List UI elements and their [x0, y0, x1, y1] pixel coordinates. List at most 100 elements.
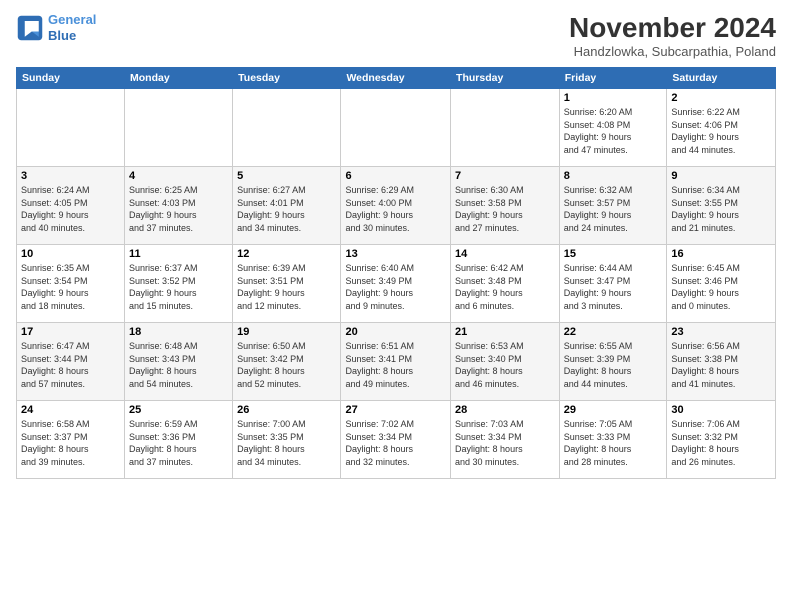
weekday-header: Monday: [125, 68, 233, 89]
day-number: 6: [345, 170, 446, 182]
day-number: 22: [564, 326, 663, 338]
day-info: Sunrise: 6:25 AM Sunset: 4:03 PM Dayligh…: [129, 184, 228, 234]
calendar-cell: 5 Sunrise: 6:27 AM Sunset: 4:01 PM Daylig…: [233, 167, 341, 245]
day-info: Sunrise: 7:03 AM Sunset: 3:34 PM Dayligh…: [455, 418, 555, 468]
calendar-cell: 24 Sunrise: 6:58 AM Sunset: 3:37 PM Dayli…: [17, 401, 125, 479]
day-info: Sunrise: 6:51 AM Sunset: 3:41 PM Dayligh…: [345, 340, 446, 390]
day-info: Sunrise: 6:20 AM Sunset: 4:08 PM Dayligh…: [564, 106, 663, 156]
day-info: Sunrise: 6:32 AM Sunset: 3:57 PM Dayligh…: [564, 184, 663, 234]
day-info: Sunrise: 6:42 AM Sunset: 3:48 PM Dayligh…: [455, 262, 555, 312]
calendar-cell: 12Sunrise: 6:39 AM Sunset: 3:51 PM Dayli…: [233, 245, 341, 323]
day-info: Sunrise: 6:27 AM Sunset: 4:01 PM Dayligh…: [237, 184, 336, 234]
day-number: 21: [455, 326, 555, 338]
calendar-cell: 27Sunrise: 7:02 AM Sunset: 3:34 PM Dayli…: [341, 401, 451, 479]
calendar-cell: 2 Sunrise: 6:22 AM Sunset: 4:06 PM Daylig…: [667, 89, 776, 167]
logo: General Blue: [16, 12, 96, 43]
day-number: 3: [21, 170, 120, 182]
day-info: Sunrise: 7:00 AM Sunset: 3:35 PM Dayligh…: [237, 418, 336, 468]
day-number: 30: [671, 404, 771, 416]
day-number: 26: [237, 404, 336, 416]
day-info: Sunrise: 6:44 AM Sunset: 3:47 PM Dayligh…: [564, 262, 663, 312]
day-info: Sunrise: 6:37 AM Sunset: 3:52 PM Dayligh…: [129, 262, 228, 312]
calendar-cell: 25Sunrise: 6:59 AM Sunset: 3:36 PM Dayli…: [125, 401, 233, 479]
calendar-cell: 8 Sunrise: 6:32 AM Sunset: 3:57 PM Daylig…: [559, 167, 667, 245]
day-number: 8: [564, 170, 663, 182]
weekday-header: Saturday: [667, 68, 776, 89]
day-info: Sunrise: 6:40 AM Sunset: 3:49 PM Dayligh…: [345, 262, 446, 312]
day-number: 16: [671, 248, 771, 260]
day-number: 15: [564, 248, 663, 260]
weekday-header: Friday: [559, 68, 667, 89]
day-number: 28: [455, 404, 555, 416]
day-number: 4: [129, 170, 228, 182]
day-number: 10: [21, 248, 120, 260]
calendar-cell: 26 Sunrise: 7:00 AM Sunset: 3:35 PM Dayli…: [233, 401, 341, 479]
calendar-cell: 16 Sunrise: 6:45 AM Sunset: 3:46 PM Dayli…: [667, 245, 776, 323]
day-info: Sunrise: 6:48 AM Sunset: 3:43 PM Dayligh…: [129, 340, 228, 390]
logo-icon: [16, 14, 44, 42]
day-number: 19: [237, 326, 336, 338]
day-number: 7: [455, 170, 555, 182]
day-number: 24: [21, 404, 120, 416]
day-info: Sunrise: 6:24 AM Sunset: 4:05 PM Dayligh…: [21, 184, 120, 234]
calendar-week-row: 24 Sunrise: 6:58 AM Sunset: 3:37 PM Dayli…: [17, 401, 776, 479]
calendar-cell: 30 Sunrise: 7:06 AM Sunset: 3:32 PM Dayli…: [667, 401, 776, 479]
calendar-week-row: 1 Sunrise: 6:20 AM Sunset: 4:08 PM Daylig…: [17, 89, 776, 167]
calendar-cell: 15 Sunrise: 6:44 AM Sunset: 3:47 PM Dayli…: [559, 245, 667, 323]
calendar-cell: 17Sunrise: 6:47 AM Sunset: 3:44 PM Dayli…: [17, 323, 125, 401]
day-number: 9: [671, 170, 771, 182]
day-info: Sunrise: 7:02 AM Sunset: 3:34 PM Dayligh…: [345, 418, 446, 468]
calendar-cell: 14 Sunrise: 6:42 AM Sunset: 3:48 PM Dayli…: [451, 245, 560, 323]
calendar-cell: 19 Sunrise: 6:50 AM Sunset: 3:42 PM Dayli…: [233, 323, 341, 401]
day-number: 1: [564, 92, 663, 104]
calendar-cell: 20 Sunrise: 6:51 AM Sunset: 3:41 PM Dayli…: [341, 323, 451, 401]
calendar-week-row: 3 Sunrise: 6:24 AM Sunset: 4:05 PM Daylig…: [17, 167, 776, 245]
weekday-header: Wednesday: [341, 68, 451, 89]
title-block: November 2024 Handzlowka, Subcarpathia, …: [569, 12, 776, 59]
calendar-cell: [125, 89, 233, 167]
day-info: Sunrise: 6:55 AM Sunset: 3:39 PM Dayligh…: [564, 340, 663, 390]
page: General Blue November 2024 Handzlowka, S…: [0, 0, 792, 612]
day-info: Sunrise: 7:05 AM Sunset: 3:33 PM Dayligh…: [564, 418, 663, 468]
day-number: 20: [345, 326, 446, 338]
day-info: Sunrise: 7:06 AM Sunset: 3:32 PM Dayligh…: [671, 418, 771, 468]
day-info: Sunrise: 6:22 AM Sunset: 4:06 PM Dayligh…: [671, 106, 771, 156]
calendar-cell: 28 Sunrise: 7:03 AM Sunset: 3:34 PM Dayli…: [451, 401, 560, 479]
calendar-cell: 18 Sunrise: 6:48 AM Sunset: 3:43 PM Dayli…: [125, 323, 233, 401]
day-info: Sunrise: 6:34 AM Sunset: 3:55 PM Dayligh…: [671, 184, 771, 234]
calendar-cell: 29 Sunrise: 7:05 AM Sunset: 3:33 PM Dayli…: [559, 401, 667, 479]
day-number: 18: [129, 326, 228, 338]
logo-line1: General: [48, 12, 96, 27]
day-number: 14: [455, 248, 555, 260]
day-info: Sunrise: 6:29 AM Sunset: 4:00 PM Dayligh…: [345, 184, 446, 234]
day-info: Sunrise: 6:35 AM Sunset: 3:54 PM Dayligh…: [21, 262, 120, 312]
logo-line2: Blue: [48, 28, 76, 43]
location-subtitle: Handzlowka, Subcarpathia, Poland: [569, 44, 776, 59]
calendar-cell: 21 Sunrise: 6:53 AM Sunset: 3:40 PM Dayli…: [451, 323, 560, 401]
day-info: Sunrise: 6:45 AM Sunset: 3:46 PM Dayligh…: [671, 262, 771, 312]
calendar-week-row: 10 Sunrise: 6:35 AM Sunset: 3:54 PM Dayli…: [17, 245, 776, 323]
calendar-cell: 11 Sunrise: 6:37 AM Sunset: 3:52 PM Dayli…: [125, 245, 233, 323]
day-info: Sunrise: 6:47 AM Sunset: 3:44 PM Dayligh…: [21, 340, 120, 390]
day-info: Sunrise: 6:53 AM Sunset: 3:40 PM Dayligh…: [455, 340, 555, 390]
day-number: 5: [237, 170, 336, 182]
calendar-cell: 7 Sunrise: 6:30 AM Sunset: 3:58 PM Daylig…: [451, 167, 560, 245]
day-info: Sunrise: 6:39 AM Sunset: 3:51 PM Dayligh…: [237, 262, 336, 312]
day-number: 2: [671, 92, 771, 104]
calendar-cell: [341, 89, 451, 167]
weekday-header: Tuesday: [233, 68, 341, 89]
weekday-header-row: SundayMondayTuesdayWednesdayThursdayFrid…: [17, 68, 776, 89]
day-number: 23: [671, 326, 771, 338]
day-info: Sunrise: 6:50 AM Sunset: 3:42 PM Dayligh…: [237, 340, 336, 390]
calendar-cell: 1 Sunrise: 6:20 AM Sunset: 4:08 PM Daylig…: [559, 89, 667, 167]
calendar-cell: [233, 89, 341, 167]
day-number: 29: [564, 404, 663, 416]
day-info: Sunrise: 6:58 AM Sunset: 3:37 PM Dayligh…: [21, 418, 120, 468]
logo-text: General Blue: [48, 12, 96, 43]
day-info: Sunrise: 6:30 AM Sunset: 3:58 PM Dayligh…: [455, 184, 555, 234]
calendar-cell: 10 Sunrise: 6:35 AM Sunset: 3:54 PM Dayli…: [17, 245, 125, 323]
day-number: 11: [129, 248, 228, 260]
month-title: November 2024: [569, 12, 776, 44]
calendar: SundayMondayTuesdayWednesdayThursdayFrid…: [16, 67, 776, 479]
calendar-cell: [451, 89, 560, 167]
